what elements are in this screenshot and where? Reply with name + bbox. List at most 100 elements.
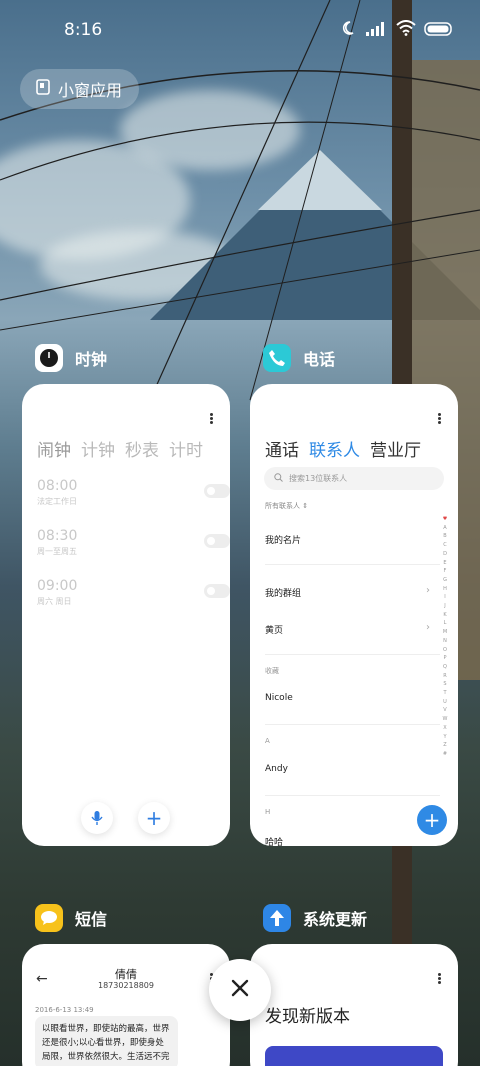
close-icon: [230, 978, 250, 1002]
message-bubble: 以眼看世界，即使站的最高，世界还是很小;以心看世界，即使身处局限，世界依然很大。…: [35, 1016, 178, 1066]
app-header-update[interactable]: 系统更新: [263, 904, 367, 932]
my-card-row[interactable]: 我的名片: [265, 533, 430, 546]
tab-contacts[interactable]: 联系人: [309, 436, 360, 461]
alphabet-index-letter[interactable]: H: [443, 585, 447, 594]
contacts-search-input[interactable]: 搜索13位联系人: [264, 467, 444, 490]
alphabet-index-letter[interactable]: N: [443, 637, 447, 646]
add-alarm-button[interactable]: +: [138, 802, 170, 834]
app-header-clock[interactable]: 时钟: [35, 344, 107, 372]
alarm-repeat: 周一至周五: [37, 547, 77, 556]
alphabet-index-letter[interactable]: R: [443, 672, 446, 681]
app-name-update: 系统更新: [303, 910, 368, 929]
alarm-row[interactable]: 08:00 法定工作日: [37, 478, 230, 518]
update-title: 发现新版本: [265, 1007, 350, 1027]
alphabet-index-letter[interactable]: T: [443, 689, 446, 698]
contact-name: Nicole: [265, 693, 293, 703]
alphabet-index-letter[interactable]: E: [443, 559, 446, 568]
alphabet-index-letter[interactable]: A: [443, 524, 446, 533]
app-card-phone[interactable]: 通话 联系人 营业厅 搜索13位联系人 所有联系人 ⇕ 我的名片 我的群组 › …: [250, 384, 458, 846]
alarm-time: 08:00: [37, 478, 78, 494]
divider: [265, 724, 440, 725]
section-label-a: A: [265, 737, 270, 745]
section-label-favorites: 收藏: [265, 667, 279, 675]
alphabet-index-letter[interactable]: F: [444, 567, 447, 576]
alarm-row[interactable]: 08:30 周一至周五: [37, 528, 230, 568]
tab-timer[interactable]: 计时: [169, 436, 203, 461]
tab-calls[interactable]: 通话: [265, 436, 299, 461]
contact-row[interactable]: 哈哈: [265, 835, 430, 846]
voice-alarm-button[interactable]: [81, 802, 113, 834]
yellow-pages-row[interactable]: 黄页 ›: [265, 622, 430, 636]
alphabet-index-letter[interactable]: Z: [443, 741, 446, 750]
contact-name: 哈哈: [265, 838, 284, 846]
small-window-button[interactable]: 小窗应用: [20, 69, 139, 109]
alphabet-index-letter[interactable]: V: [443, 706, 446, 715]
app-name-phone: 电话: [303, 350, 336, 369]
alphabet-index-letter[interactable]: J: [444, 602, 445, 611]
app-card-clock[interactable]: 闹钟 计钟 秒表 计时 08:00 法定工作日 08:30 周一至周五 09:0…: [22, 384, 230, 846]
contacts-filter[interactable]: 所有联系人 ⇕: [265, 501, 308, 511]
contact-row[interactable]: Nicole: [265, 693, 430, 703]
battery-icon: [424, 21, 454, 40]
chevron-right-icon: ›: [426, 622, 430, 633]
alphabet-index-letter[interactable]: I: [444, 593, 445, 602]
alphabet-index-letter[interactable]: Q: [443, 663, 447, 672]
small-window-icon: [36, 79, 50, 99]
sort-arrows-icon: ⇕: [302, 502, 309, 510]
more-options-icon[interactable]: [438, 972, 442, 985]
contact-name: Andy: [265, 764, 288, 774]
alphabet-index-letter[interactable]: B: [443, 532, 446, 541]
alphabet-index-letter[interactable]: C: [443, 541, 447, 550]
app-header-sms[interactable]: 短信: [35, 904, 107, 932]
alphabet-index-letter[interactable]: U: [443, 698, 447, 707]
app-name-sms: 短信: [75, 910, 108, 929]
alarm-row[interactable]: 09:00 周六 周日: [37, 578, 230, 618]
tab-service-hall[interactable]: 营业厅: [370, 436, 421, 461]
alphabet-index-letter[interactable]: Y: [443, 733, 446, 742]
alphabet-index-letter[interactable]: X: [443, 724, 446, 733]
conversation-contact-number: 18730218809: [98, 981, 154, 990]
status-icons: [342, 20, 454, 40]
alphabet-index-letter[interactable]: K: [443, 611, 446, 620]
alphabet-index-letter[interactable]: L: [444, 619, 447, 628]
status-time: 8:16: [64, 20, 103, 40]
chevron-right-icon: ›: [426, 585, 430, 596]
phone-icon: [263, 344, 291, 372]
alarm-repeat: 周六 周日: [37, 597, 72, 606]
alphabet-index-letter[interactable]: ♥: [443, 515, 447, 524]
alphabet-index-letter[interactable]: M: [443, 628, 447, 637]
signal-icon: [366, 21, 388, 40]
phone-tabs: 通话 联系人 营业厅: [265, 436, 421, 461]
tab-stopwatch[interactable]: 秒表: [125, 436, 159, 461]
yellow-pages-label: 黄页: [265, 626, 284, 636]
more-options-icon[interactable]: [438, 412, 442, 425]
app-header-phone[interactable]: 电话: [263, 344, 335, 372]
app-name-clock: 时钟: [75, 350, 108, 369]
conversation-contact-name: 倩倩: [115, 968, 137, 981]
clear-all-button[interactable]: [209, 959, 271, 1021]
alphabet-index-letter[interactable]: #: [443, 750, 447, 759]
alphabet-index-letter[interactable]: W: [443, 715, 448, 724]
my-groups-row[interactable]: 我的群组 ›: [265, 585, 430, 599]
alarm-toggle[interactable]: [204, 584, 230, 598]
tab-alarm[interactable]: 闹钟: [37, 436, 71, 461]
app-card-update[interactable]: 发现新版本: [250, 944, 458, 1066]
my-card-label: 我的名片: [265, 536, 302, 546]
small-window-label: 小窗应用: [58, 81, 123, 100]
contact-row[interactable]: Andy: [265, 764, 430, 774]
section-label-h: H: [265, 808, 271, 816]
update-banner: [265, 1046, 443, 1066]
app-card-sms[interactable]: ← 倩倩 18730218809 2016-6-13 13:49 以眼看世界，即…: [22, 944, 230, 1066]
alarm-toggle[interactable]: [204, 534, 230, 548]
message-timestamp: 2016-6-13 13:49: [35, 1006, 94, 1014]
alarm-toggle[interactable]: [204, 484, 230, 498]
add-contact-button[interactable]: +: [417, 805, 447, 835]
alphabet-index-letter[interactable]: O: [443, 646, 447, 655]
alphabet-index-letter[interactable]: P: [443, 654, 446, 663]
alphabet-index[interactable]: ♥ A B C D E F G H I J K L M N O P Q R S T U V W X Y Z #: [441, 515, 449, 759]
tab-world-clock[interactable]: 计钟: [81, 436, 115, 461]
alphabet-index-letter[interactable]: D: [443, 550, 447, 559]
alphabet-index-letter[interactable]: S: [443, 680, 446, 689]
alphabet-index-letter[interactable]: G: [443, 576, 447, 585]
more-options-icon[interactable]: [210, 412, 214, 425]
